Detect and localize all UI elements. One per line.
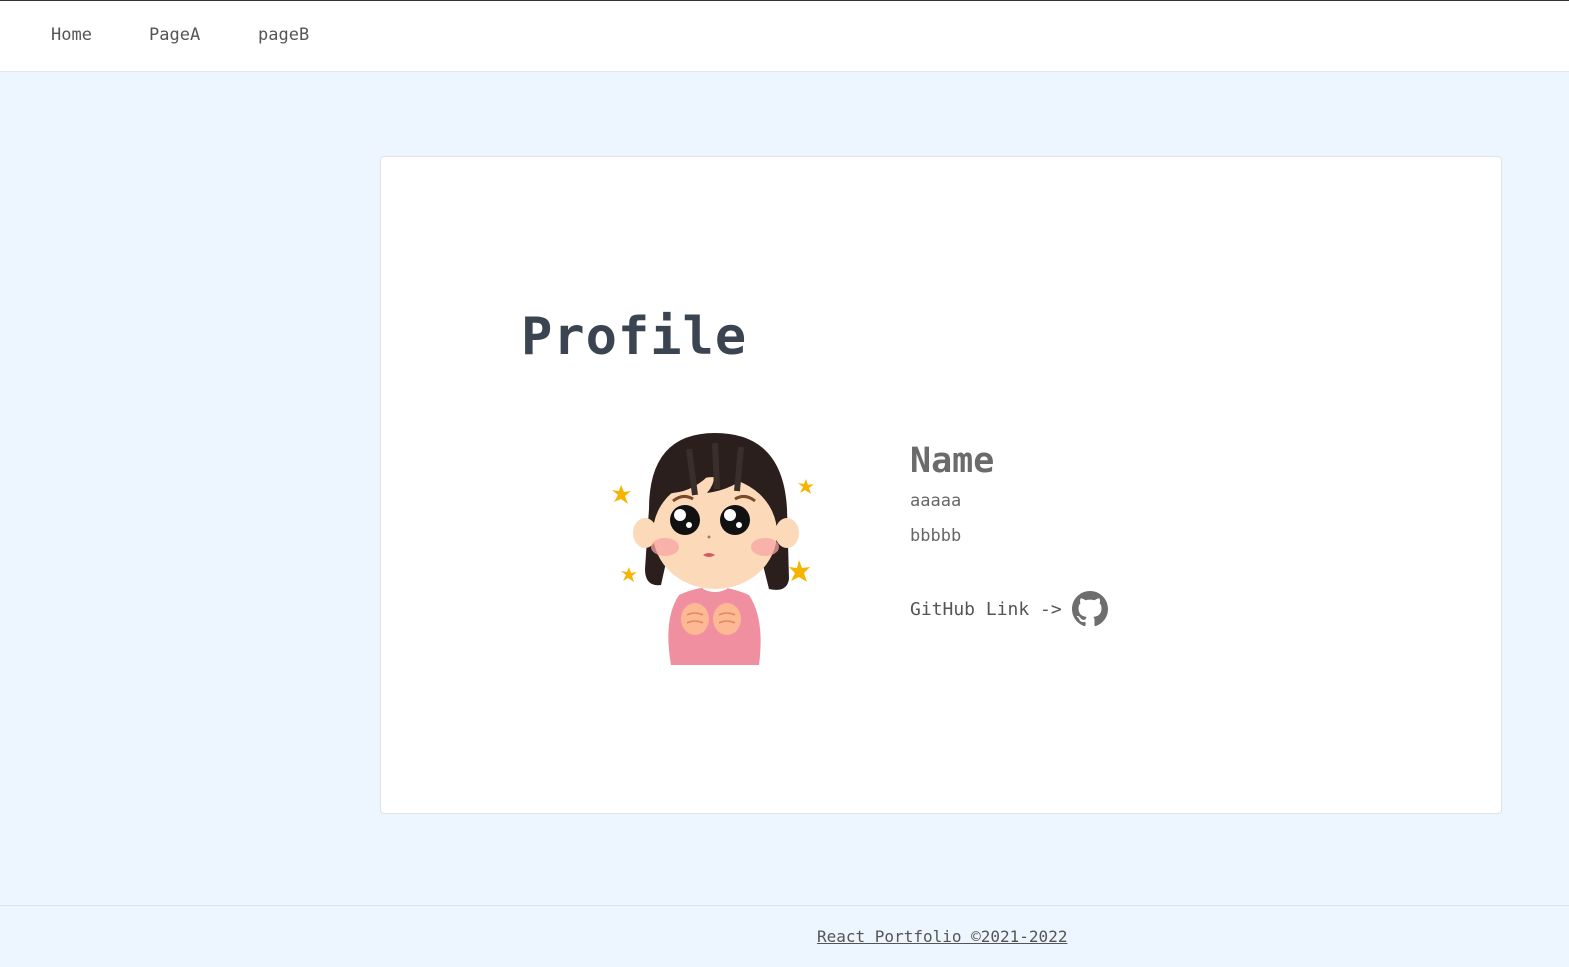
profile-line-2: bbbbb xyxy=(910,526,962,546)
avatar-illustration xyxy=(612,433,814,665)
github-link[interactable] xyxy=(1071,591,1108,627)
top-navbar: Home PageA pageB xyxy=(0,0,1569,72)
github-link-label: GitHub Link -> xyxy=(910,598,1062,620)
profile-line-1: aaaaa xyxy=(910,491,962,511)
github-icon[interactable] xyxy=(1071,591,1108,627)
nav-link-page-b[interactable]: pageB xyxy=(258,25,309,45)
nav-link-page-a[interactable]: PageA xyxy=(149,25,200,45)
page-title: Profile xyxy=(521,307,748,367)
profile-card: Profile Name aaaaa bbbbb GitHub Link -> xyxy=(380,156,1502,814)
github-link-row: GitHub Link -> xyxy=(910,591,1108,627)
nav-link-home[interactable]: Home xyxy=(51,25,92,45)
footer: React Portfolio ©2021-2022 xyxy=(0,905,1569,967)
name-heading: Name xyxy=(910,441,995,481)
footer-link[interactable]: React Portfolio ©2021-2022 xyxy=(817,927,1067,946)
